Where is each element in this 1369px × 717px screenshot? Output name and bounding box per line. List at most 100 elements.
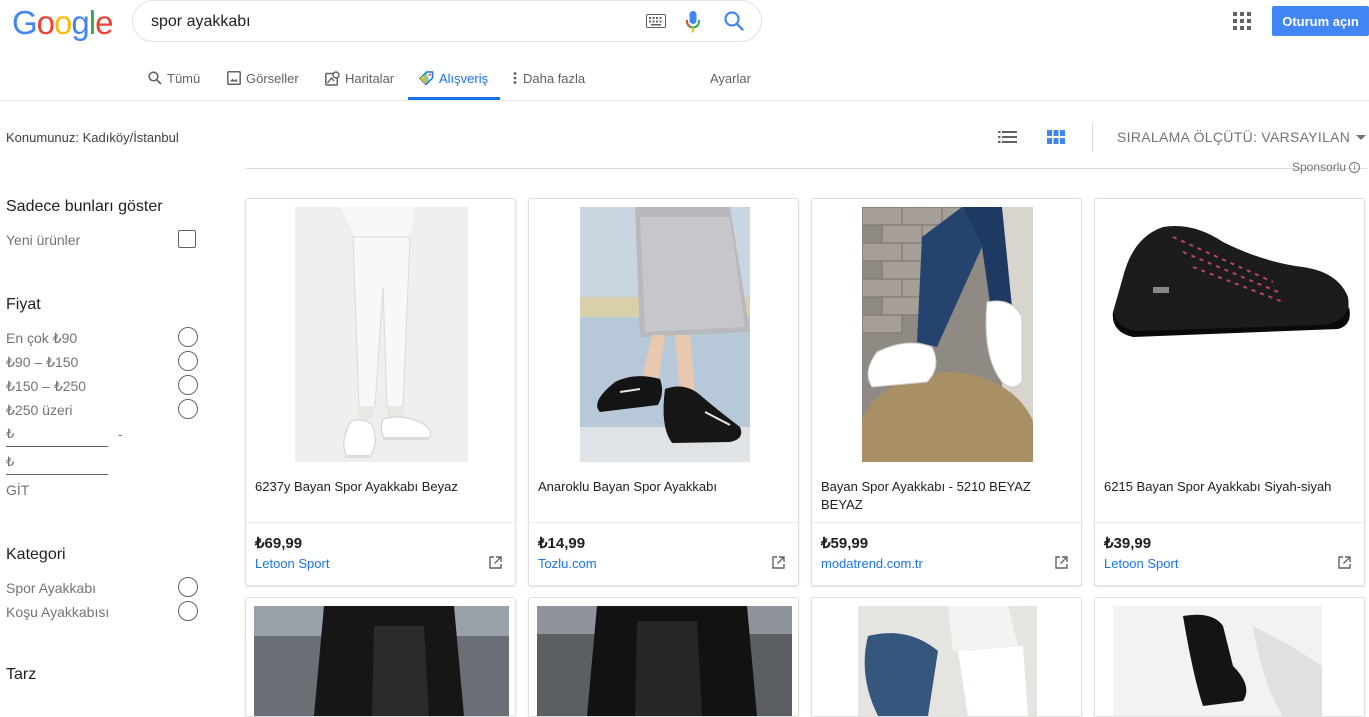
product-card[interactable] (528, 597, 799, 717)
product-image[interactable] (537, 606, 792, 716)
tab-label: Tümü (167, 70, 201, 86)
search-box (132, 0, 762, 42)
product-card[interactable]: 6237y Bayan Spor Ayakkabı Beyaz ₺69,99 L… (245, 198, 516, 586)
external-link-icon[interactable] (489, 556, 502, 574)
product-card[interactable]: 6215 Bayan Spor Ayakkabı Siyah-siyah ₺39… (1094, 198, 1365, 586)
product-title[interactable]: 6237y Bayan Spor Ayakkabı Beyaz (255, 478, 505, 496)
filter-option-new-items[interactable]: Yeni ürünler (6, 232, 80, 248)
price-go-button[interactable]: GİT (6, 482, 29, 498)
logo-letter: G (12, 4, 38, 41)
price-option[interactable]: ₺90 – ₺150 (6, 354, 78, 371)
sort-label: SIRALAMA ÖLÇÜTÜ: VARSAYILAN (1117, 129, 1351, 145)
search-tabs: Tümü Görseller Haritalar Alışveriş Daha … (0, 56, 1369, 101)
filter-heading-show-only: Sadece bunları göster (6, 198, 163, 215)
category-option[interactable]: Spor Ayakkabı (6, 580, 96, 596)
price-range-dash: - (118, 427, 123, 442)
search-icon (148, 71, 162, 85)
product-card[interactable]: Anaroklu Bayan Spor Ayakkabı ₺14,99 Tozl… (528, 198, 799, 586)
product-card[interactable] (811, 597, 1082, 717)
apps-grid-icon[interactable] (1233, 12, 1251, 35)
logo-letter: e (95, 4, 113, 41)
active-tab-indicator (408, 97, 500, 100)
product-price: ₺59,99 (821, 535, 869, 552)
product-price: ₺14,99 (538, 535, 586, 552)
product-image[interactable] (862, 207, 1033, 462)
filter-heading-style: Tarz (6, 666, 37, 683)
category-option[interactable]: Koşu Ayakkabısı (6, 604, 109, 620)
mic-icon[interactable] (685, 10, 701, 39)
tab-shopping[interactable]: Alışveriş (419, 56, 488, 100)
map-icon (325, 70, 340, 86)
seller-link[interactable]: Letoon Sport (1104, 556, 1178, 571)
external-link-icon[interactable] (1055, 556, 1068, 574)
search-icon[interactable] (723, 10, 745, 37)
divider (246, 522, 515, 523)
sponsored-label[interactable]: Sponsorlu i (1292, 160, 1361, 174)
divider (529, 522, 798, 523)
sponsored-text: Sponsorlu (1292, 160, 1347, 174)
tab-label: Görseller (246, 70, 299, 86)
max-price-input[interactable]: ₺ (6, 454, 108, 475)
product-card[interactable] (1094, 597, 1365, 717)
external-link-icon[interactable] (1338, 556, 1351, 574)
logo-letter: g (71, 4, 89, 41)
external-link-icon[interactable] (772, 556, 785, 574)
product-image[interactable] (254, 606, 509, 716)
divider (1095, 522, 1364, 523)
price-option[interactable]: En çok ₺90 (6, 330, 77, 347)
price-radio[interactable] (178, 327, 198, 347)
logo-letter: o (54, 4, 72, 41)
product-card[interactable] (245, 597, 516, 717)
currency-prefix: ₺ (6, 454, 15, 469)
price-radio[interactable] (178, 399, 198, 419)
price-option[interactable]: ₺150 – ₺250 (6, 378, 86, 395)
more-vert-icon (513, 72, 517, 84)
tab-label: Haritalar (345, 70, 395, 86)
tag-icon (419, 70, 434, 86)
price-option[interactable]: ₺250 üzeri (6, 402, 73, 419)
caret-down-icon (1356, 134, 1367, 140)
info-icon: i (1349, 161, 1361, 173)
currency-prefix: ₺ (6, 426, 15, 441)
grid-view-icon[interactable] (1047, 130, 1065, 149)
tab-settings[interactable]: Ayarlar (710, 56, 751, 100)
product-price: ₺39,99 (1104, 535, 1152, 552)
tab-label: Alışveriş (439, 70, 489, 86)
category-radio[interactable] (178, 601, 198, 621)
google-logo[interactable]: Google (12, 4, 113, 42)
divider (245, 168, 1367, 169)
product-image[interactable] (1103, 207, 1358, 347)
seller-link[interactable]: Letoon Sport (255, 556, 329, 571)
product-title[interactable]: Anaroklu Bayan Spor Ayakkabı (538, 478, 788, 496)
category-radio[interactable] (178, 577, 198, 597)
tab-images[interactable]: Görseller (227, 56, 299, 100)
signin-button[interactable]: Oturum açın (1272, 6, 1369, 36)
list-view-icon[interactable] (998, 130, 1017, 149)
search-input[interactable] (149, 10, 633, 34)
location-text: Konumunuz: Kadıköy/İstanbul (6, 130, 179, 145)
new-items-checkbox[interactable] (178, 230, 196, 248)
divider (812, 522, 1081, 523)
image-icon (227, 71, 241, 85)
product-price: ₺69,99 (255, 535, 303, 552)
product-image[interactable] (1113, 606, 1322, 716)
min-price-input[interactable]: ₺ (6, 426, 108, 447)
seller-link[interactable]: Tozlu.com (538, 556, 597, 571)
seller-link[interactable]: modatrend.com.tr (821, 556, 923, 571)
filter-heading-price: Fiyat (6, 296, 41, 313)
tab-maps[interactable]: Haritalar (325, 56, 394, 100)
sort-dropdown[interactable]: SIRALAMA ÖLÇÜTÜ: VARSAYILAN (1117, 129, 1367, 145)
product-title[interactable]: 6215 Bayan Spor Ayakkabı Siyah-siyah (1104, 478, 1354, 496)
tab-label: Ayarlar (710, 70, 751, 86)
product-image[interactable] (580, 207, 750, 462)
tab-more[interactable]: Daha fazla (512, 56, 585, 100)
tab-label: Daha fazla (523, 70, 586, 86)
tab-all[interactable]: Tümü (148, 56, 200, 100)
product-title[interactable]: Bayan Spor Ayakkabı - 5210 BEYAZ BEYAZ (821, 478, 1071, 514)
product-image[interactable] (295, 207, 468, 462)
product-card[interactable]: Bayan Spor Ayakkabı - 5210 BEYAZ BEYAZ ₺… (811, 198, 1082, 586)
keyboard-icon[interactable] (646, 14, 666, 33)
price-radio[interactable] (178, 375, 198, 395)
price-radio[interactable] (178, 351, 198, 371)
product-image[interactable] (858, 606, 1037, 716)
